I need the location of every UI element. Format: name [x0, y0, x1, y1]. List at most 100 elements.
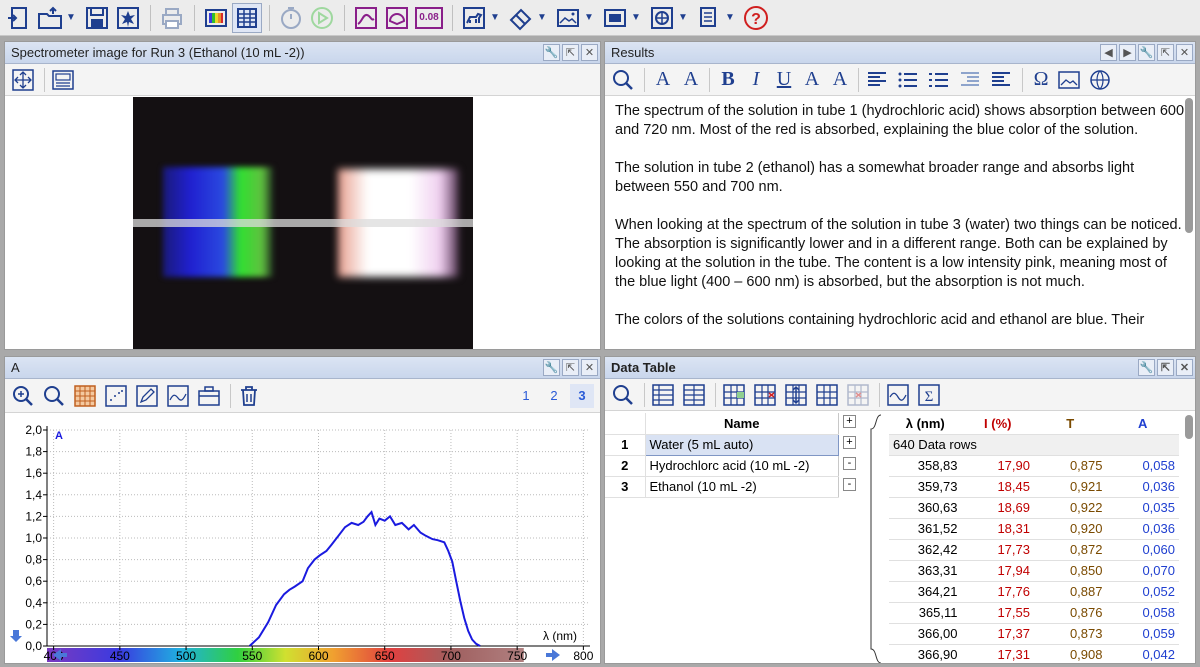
table-cell[interactable]: 0,887	[1034, 581, 1107, 603]
maximize-icon[interactable]: ⇱	[1157, 359, 1174, 376]
table-layout-icon[interactable]	[649, 381, 677, 409]
maximize-icon[interactable]: ⇱	[1157, 44, 1174, 61]
gauge-icon[interactable]	[382, 3, 412, 33]
run-row[interactable]: 1 Water (5 mL auto)	[605, 433, 839, 456]
image-settings-icon[interactable]	[49, 66, 77, 94]
page-button-3[interactable]: 3	[570, 383, 594, 408]
numbered-list-icon[interactable]	[925, 66, 953, 94]
horse-icon[interactable]	[459, 3, 489, 33]
table-cell[interactable]: 0,052	[1106, 581, 1179, 603]
table-cell[interactable]: 0,059	[1106, 623, 1179, 645]
results-text-area[interactable]: The spectrum of the solution in tube 1 (…	[605, 96, 1195, 330]
table-cell[interactable]: 359,73	[889, 476, 962, 498]
table-cell[interactable]: 358,83	[889, 455, 962, 477]
new-file-icon[interactable]	[4, 3, 34, 33]
table-cell[interactable]: 362,42	[889, 539, 962, 561]
sum-icon[interactable]: Σ	[915, 381, 943, 409]
delete-row-icon[interactable]	[844, 381, 872, 409]
absorbance-series-line[interactable]	[248, 510, 481, 647]
spectrum-view-icon[interactable]	[201, 3, 231, 33]
table-cell[interactable]: 366,00	[889, 623, 962, 645]
table-row[interactable]: 364,21 17,76 0,887 0,052	[889, 581, 1179, 603]
table-cell[interactable]: 17,55	[961, 602, 1034, 624]
close-icon[interactable]: ✕	[1176, 44, 1193, 61]
film-icon[interactable]	[600, 3, 630, 33]
table-cell[interactable]: 0,058	[1106, 602, 1179, 624]
run-toggle-button[interactable]: -	[843, 478, 856, 491]
value-display-icon[interactable]: 0.08	[413, 3, 445, 33]
star-burst-icon[interactable]	[113, 3, 143, 33]
scroll-right-icon[interactable]	[546, 649, 560, 661]
font-size-icon[interactable]: A	[677, 68, 705, 91]
run-toggle-button[interactable]: +	[843, 436, 856, 449]
table-cell[interactable]: 0,872	[1034, 539, 1107, 561]
table-cell[interactable]: 0,850	[1034, 560, 1107, 582]
add-row-icon[interactable]	[813, 381, 841, 409]
picture-icon[interactable]	[553, 3, 583, 33]
maximize-icon[interactable]: ⇱	[562, 359, 579, 376]
results-scrollbar[interactable]	[1185, 98, 1193, 348]
open-folder-icon[interactable]	[35, 3, 65, 33]
table-cell[interactable]: 0,036	[1106, 518, 1179, 540]
bold-icon[interactable]: B	[714, 68, 742, 91]
table-cell[interactable]: 0,035	[1106, 497, 1179, 519]
table-cell[interactable]: 0,042	[1106, 644, 1179, 663]
maximize-icon[interactable]: ⇱	[562, 44, 579, 61]
column-header[interactable]: T	[1034, 413, 1107, 435]
delete-icon[interactable]	[235, 382, 263, 410]
back-icon[interactable]: ◀	[1100, 44, 1117, 61]
edit-icon[interactable]	[133, 382, 161, 410]
font-icon[interactable]: A	[649, 68, 677, 91]
table-cell[interactable]: 0,060	[1106, 539, 1179, 561]
table-cell[interactable]: 0,036	[1106, 476, 1179, 498]
table-cell[interactable]: 0,921	[1034, 476, 1107, 498]
wrench-icon[interactable]: 🔧	[1138, 44, 1155, 61]
table-row[interactable]: 366,00 17,37 0,873 0,059	[889, 623, 1179, 645]
close-icon[interactable]: ✕	[1176, 359, 1193, 376]
dropdown-arrow-icon[interactable]: ▼	[537, 12, 547, 23]
curve-fit-icon[interactable]	[164, 382, 192, 410]
table-cell[interactable]: 18,45	[961, 476, 1034, 498]
wrench-icon[interactable]: 🔧	[543, 44, 560, 61]
table-row[interactable]: 366,90 17,31 0,908 0,042	[889, 644, 1179, 663]
column-header[interactable]: A	[1106, 413, 1179, 435]
table-cell[interactable]: 361,52	[889, 518, 962, 540]
scrollbar-thumb[interactable]	[1185, 415, 1193, 439]
close-icon[interactable]: ✕	[581, 359, 598, 376]
table-cell[interactable]: 0,920	[1034, 518, 1107, 540]
web-icon[interactable]	[647, 3, 677, 33]
table-row[interactable]: 365,11 17,55 0,876 0,058	[889, 602, 1179, 624]
forward-icon[interactable]: ▶	[1119, 44, 1136, 61]
dropdown-arrow-icon[interactable]: ▼	[584, 12, 594, 23]
column-header[interactable]: λ (nm)	[889, 413, 962, 435]
table-cell[interactable]: 0,070	[1106, 560, 1179, 582]
page-button-1[interactable]: 1	[514, 384, 538, 408]
insert-picture-icon[interactable]	[1055, 66, 1083, 94]
table-cell[interactable]: 0,908	[1034, 644, 1107, 663]
sort-icon[interactable]	[782, 381, 810, 409]
table-scrollbar[interactable]	[1185, 413, 1193, 663]
dropdown-arrow-icon[interactable]: ▼	[631, 12, 641, 23]
save-icon[interactable]	[82, 3, 112, 33]
eraser-icon[interactable]	[506, 3, 536, 33]
table-cell[interactable]: 17,73	[961, 539, 1034, 561]
print-icon[interactable]	[157, 3, 187, 33]
table-cell[interactable]: 17,37	[961, 623, 1034, 645]
table-cell[interactable]: 0,873	[1034, 623, 1107, 645]
bullet-list-icon[interactable]	[894, 66, 922, 94]
column-header[interactable]: I (%)	[961, 413, 1034, 435]
zoom-icon[interactable]	[609, 66, 637, 94]
search-icon[interactable]	[40, 382, 68, 410]
stopwatch-icon[interactable]	[276, 3, 306, 33]
table-row[interactable]: 362,42 17,73 0,872 0,060	[889, 539, 1179, 561]
document-icon[interactable]	[694, 3, 724, 33]
delete-column-icon[interactable]	[751, 381, 779, 409]
open-dropdown-icon[interactable]: ▼	[66, 12, 76, 23]
zoom-in-icon[interactable]	[9, 382, 37, 410]
table-cell[interactable]: 365,11	[889, 602, 962, 624]
superscript-icon[interactable]: A	[826, 68, 854, 91]
run-row[interactable]: 3 Ethanol (10 mL -2)	[605, 476, 839, 498]
dropdown-arrow-icon[interactable]: ▼	[678, 12, 688, 23]
run-name[interactable]: Water (5 mL auto)	[644, 433, 839, 456]
table-cell[interactable]: 363,31	[889, 560, 962, 582]
